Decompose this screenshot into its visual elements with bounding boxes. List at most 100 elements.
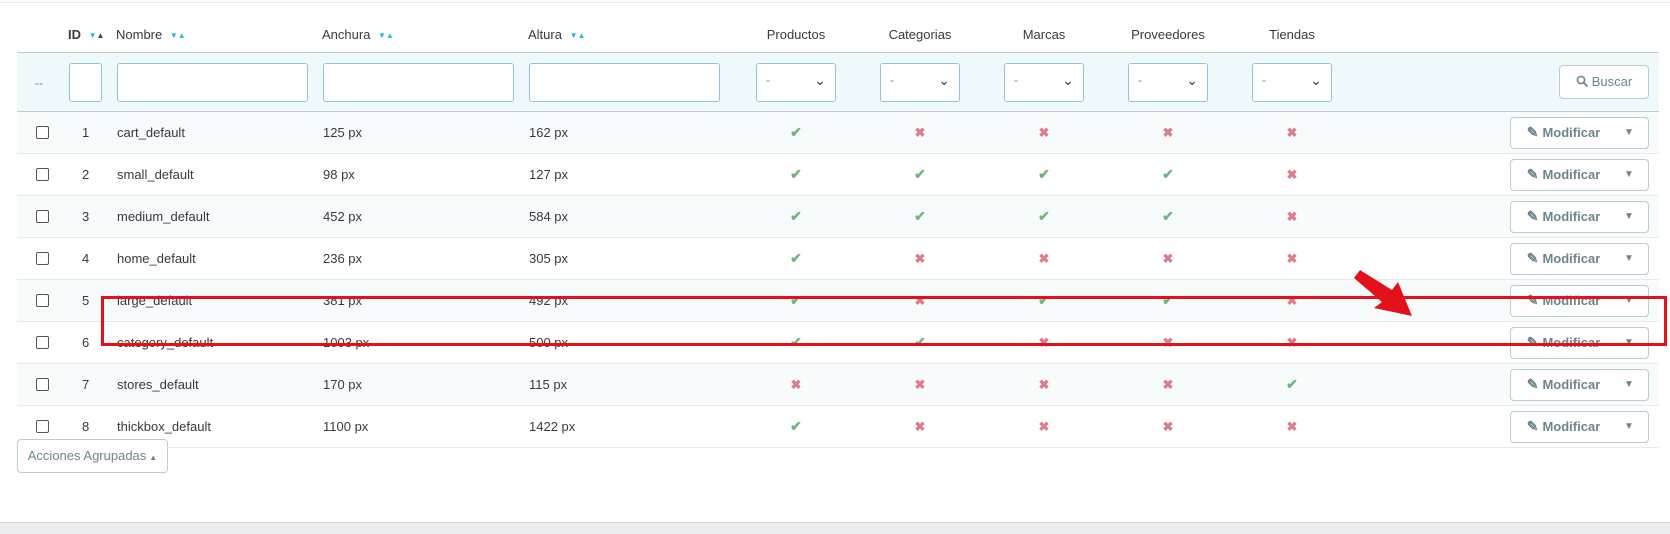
row-suppliers[interactable]: ✖ <box>1106 321 1230 364</box>
row-products[interactable]: ✖ <box>734 363 858 406</box>
row-stores[interactable]: ✖ <box>1230 153 1354 196</box>
row-suppliers[interactable]: ✖ <box>1106 111 1230 154</box>
header-id[interactable]: ID ▼▲ <box>68 17 116 53</box>
row-products[interactable]: ✔ <box>734 153 858 196</box>
row-brands[interactable]: ✔ <box>982 153 1106 196</box>
row-suppliers[interactable]: ✖ <box>1106 237 1230 280</box>
row-brands[interactable]: ✔ <box>982 279 1106 322</box>
row-brands[interactable]: ✔ <box>982 195 1106 238</box>
row-suppliers[interactable]: ✖ <box>1106 405 1230 448</box>
row-checkbox[interactable] <box>36 420 49 433</box>
table-row: 6 category_default 1003 px 500 px ✔ ✔ ✖ ✖ ✖ ✎ Modi… <box>17 321 1659 364</box>
modify-button[interactable]: ✎ Modificar <box>1511 328 1610 358</box>
row-checkbox[interactable] <box>36 336 49 349</box>
row-stores[interactable]: ✖ <box>1230 405 1354 448</box>
header-name[interactable]: Nombre ▼▲ <box>116 17 322 53</box>
modify-button-group: ✎ Modificar ▼ <box>1510 326 1649 359</box>
row-products[interactable]: ✔ <box>734 237 858 280</box>
row-brands[interactable]: ✖ <box>982 321 1106 364</box>
row-categories[interactable]: ✖ <box>858 405 982 448</box>
filter-suppliers-select[interactable]: - ⌄ <box>1128 62 1208 102</box>
row-checkbox[interactable] <box>36 252 49 265</box>
row-name: cart_default <box>116 111 322 154</box>
dropdown-toggle[interactable]: ▼ <box>1610 118 1648 148</box>
row-checkbox-cell <box>17 153 68 196</box>
row-products[interactable]: ✔ <box>734 279 858 322</box>
filter-stores-select[interactable]: - ⌄ <box>1252 62 1332 102</box>
row-stores[interactable]: ✖ <box>1230 321 1354 364</box>
modify-button-label: Modificar <box>1542 209 1601 224</box>
row-products[interactable]: ✔ <box>734 321 858 364</box>
modify-button[interactable]: ✎ Modificar <box>1511 370 1610 400</box>
header-actions <box>1354 17 1659 53</box>
row-categories[interactable]: ✔ <box>858 321 982 364</box>
sort-icon[interactable]: ▼▲ <box>570 31 586 40</box>
filter-name-input[interactable] <box>117 62 308 102</box>
cross-icon: ✖ <box>1286 166 1298 182</box>
row-checkbox[interactable] <box>36 378 49 391</box>
row-products[interactable]: ✔ <box>734 195 858 238</box>
header-width[interactable]: Anchura ▼▲ <box>322 17 528 53</box>
row-stores[interactable]: ✖ <box>1230 279 1354 322</box>
sort-icon[interactable]: ▼▲ <box>89 31 105 40</box>
row-brands[interactable]: ✖ <box>982 111 1106 154</box>
modify-button[interactable]: ✎ Modificar <box>1511 160 1610 190</box>
row-brands[interactable]: ✖ <box>982 405 1106 448</box>
header-height[interactable]: Altura ▼▲ <box>528 17 734 53</box>
row-checkbox[interactable] <box>36 294 49 307</box>
filter-brands-select[interactable]: - ⌄ <box>1004 62 1084 102</box>
filter-width-input[interactable] <box>323 62 514 102</box>
row-stores[interactable]: ✖ <box>1230 111 1354 154</box>
row-categories[interactable]: ✔ <box>858 195 982 238</box>
cross-icon: ✖ <box>914 292 926 308</box>
caret-down-icon: ▼ <box>1624 295 1634 306</box>
bulk-actions-button[interactable]: Acciones Agrupadas ▲ <box>17 439 168 473</box>
row-categories[interactable]: ✖ <box>858 279 982 322</box>
dropdown-toggle[interactable]: ▼ <box>1610 412 1648 442</box>
filter-height-input[interactable] <box>529 62 720 102</box>
row-checkbox[interactable] <box>36 168 49 181</box>
dropdown-toggle[interactable]: ▼ <box>1610 202 1648 232</box>
row-categories[interactable]: ✖ <box>858 363 982 406</box>
row-stores[interactable]: ✖ <box>1230 237 1354 280</box>
dropdown-toggle[interactable]: ▼ <box>1610 328 1648 358</box>
search-button-label: Buscar <box>1591 74 1633 89</box>
row-suppliers[interactable]: ✔ <box>1106 153 1230 196</box>
filter-categories-select[interactable]: - ⌄ <box>880 62 960 102</box>
row-checkbox[interactable] <box>36 126 49 139</box>
row-suppliers[interactable]: ✖ <box>1106 363 1230 406</box>
select-value: - <box>766 72 770 87</box>
row-categories[interactable]: ✖ <box>858 237 982 280</box>
caret-down-icon: ▼ <box>1624 169 1634 180</box>
dropdown-toggle[interactable]: ▼ <box>1610 244 1648 274</box>
row-products[interactable]: ✔ <box>734 111 858 154</box>
dropdown-toggle[interactable]: ▼ <box>1610 370 1648 400</box>
chevron-down-icon: ⌄ <box>814 71 826 88</box>
modify-button[interactable]: ✎ Modificar <box>1511 286 1610 316</box>
row-width: 1003 px <box>322 321 528 364</box>
modify-button[interactable]: ✎ Modificar <box>1511 412 1610 442</box>
dropdown-toggle[interactable]: ▼ <box>1610 160 1648 190</box>
filter-id-input[interactable] <box>69 62 102 102</box>
row-stores[interactable]: ✖ <box>1230 195 1354 238</box>
row-suppliers[interactable]: ✔ <box>1106 279 1230 322</box>
row-stores[interactable]: ✔ <box>1230 363 1354 406</box>
filter-products-select[interactable]: - ⌄ <box>756 62 836 102</box>
modify-button[interactable]: ✎ Modificar <box>1511 118 1610 148</box>
sort-icon[interactable]: ▼▲ <box>170 31 186 40</box>
sort-icon[interactable]: ▼▲ <box>378 31 394 40</box>
row-categories[interactable]: ✖ <box>858 111 982 154</box>
row-brands[interactable]: ✖ <box>982 363 1106 406</box>
row-brands[interactable]: ✖ <box>982 237 1106 280</box>
row-products[interactable]: ✔ <box>734 405 858 448</box>
modify-button[interactable]: ✎ Modificar <box>1511 244 1610 274</box>
row-width: 381 px <box>322 279 528 322</box>
modify-button[interactable]: ✎ Modificar <box>1511 202 1610 232</box>
row-categories[interactable]: ✔ <box>858 153 982 196</box>
cross-icon: ✖ <box>1286 250 1298 266</box>
dropdown-toggle[interactable]: ▼ <box>1610 286 1648 316</box>
pencil-icon: ✎ <box>1526 166 1539 182</box>
search-button[interactable]: Buscar <box>1559 65 1649 99</box>
row-checkbox[interactable] <box>36 210 49 223</box>
row-suppliers[interactable]: ✔ <box>1106 195 1230 238</box>
